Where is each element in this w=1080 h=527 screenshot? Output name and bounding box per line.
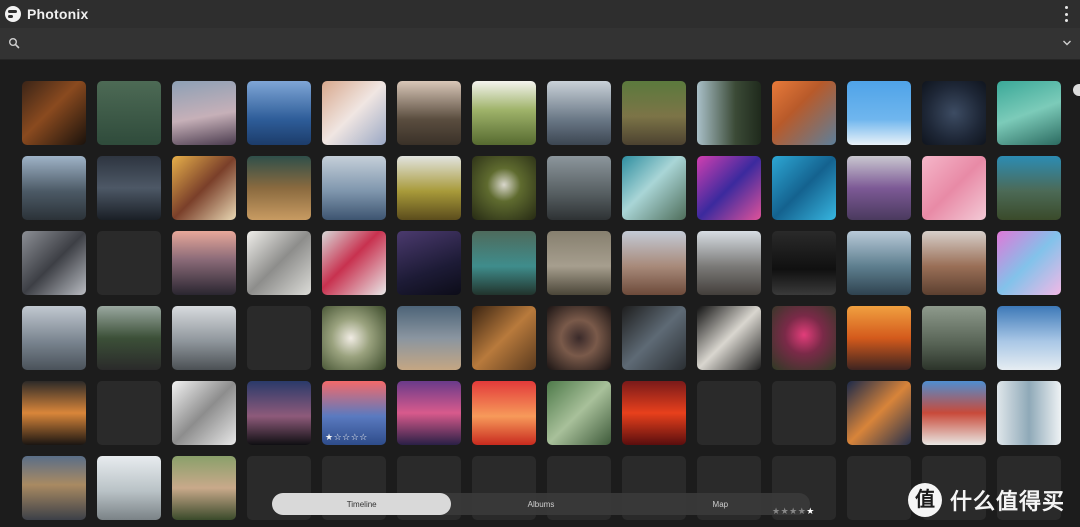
app-title: Photonix: [27, 6, 89, 22]
photo-thumbnail[interactable]: [472, 81, 536, 145]
chevron-down-icon[interactable]: [1062, 39, 1072, 47]
photo-placeholder: [772, 381, 836, 445]
photo-thumbnail[interactable]: [622, 156, 686, 220]
photo-thumbnail[interactable]: [847, 381, 911, 445]
photo-thumbnail[interactable]: [97, 306, 161, 370]
photo-thumbnail[interactable]: [472, 156, 536, 220]
more-vert-icon: [1064, 6, 1068, 9]
photo-thumbnail[interactable]: [22, 381, 86, 445]
photo-thumbnail[interactable]: [97, 156, 161, 220]
photo-thumbnail[interactable]: [997, 231, 1061, 295]
search-bar: [0, 28, 1080, 60]
view-tabs: Timeline Albums Map: [272, 493, 810, 515]
photo-thumbnail[interactable]: [772, 231, 836, 295]
photo-thumbnail[interactable]: [772, 306, 836, 370]
photo-placeholder: [97, 381, 161, 445]
star-rating[interactable]: ★☆☆☆☆: [325, 433, 368, 443]
photo-thumbnail[interactable]: [547, 306, 611, 370]
photo-thumbnail[interactable]: [247, 156, 311, 220]
photo-thumbnail[interactable]: [697, 231, 761, 295]
photo-thumbnail[interactable]: [697, 156, 761, 220]
photonix-logo-icon[interactable]: [5, 6, 21, 22]
photo-placeholder: [97, 231, 161, 295]
photo-thumbnail[interactable]: [772, 156, 836, 220]
photo-thumbnail[interactable]: [247, 231, 311, 295]
photo-thumbnail[interactable]: [997, 381, 1061, 445]
app-header: Photonix: [0, 0, 1080, 28]
photo-thumbnail[interactable]: ★☆☆☆☆: [322, 381, 386, 445]
tab-albums[interactable]: Albums: [451, 493, 630, 515]
photo-thumbnail[interactable]: [847, 156, 911, 220]
photo-thumbnail[interactable]: [397, 231, 461, 295]
photo-thumbnail[interactable]: [247, 381, 311, 445]
photo-thumbnail[interactable]: [622, 381, 686, 445]
photo-thumbnail[interactable]: [547, 381, 611, 445]
photo-thumbnail[interactable]: [397, 306, 461, 370]
photo-thumbnail[interactable]: [397, 81, 461, 145]
photo-thumbnail[interactable]: [547, 156, 611, 220]
photo-grid: ★☆☆☆☆: [22, 81, 1062, 527]
photo-thumbnail[interactable]: [397, 381, 461, 445]
photo-thumbnail[interactable]: [322, 231, 386, 295]
photo-thumbnail[interactable]: [697, 81, 761, 145]
photo-placeholder: [847, 456, 911, 520]
photo-thumbnail[interactable]: [772, 81, 836, 145]
photo-thumbnail[interactable]: [97, 456, 161, 520]
photo-thumbnail[interactable]: [322, 156, 386, 220]
photo-thumbnail[interactable]: [922, 81, 986, 145]
photo-thumbnail[interactable]: [322, 81, 386, 145]
photo-placeholder: [247, 306, 311, 370]
watermark: 什么值得买: [908, 483, 1065, 517]
rating-star-on: ★: [806, 507, 815, 517]
photo-thumbnail[interactable]: [847, 306, 911, 370]
photo-thumbnail[interactable]: [172, 231, 236, 295]
photo-thumbnail[interactable]: [622, 231, 686, 295]
photo-thumbnail[interactable]: [997, 81, 1061, 145]
photo-thumbnail[interactable]: [922, 306, 986, 370]
photo-thumbnail[interactable]: [547, 81, 611, 145]
search-input[interactable]: [28, 33, 1052, 55]
photo-thumbnail[interactable]: [847, 231, 911, 295]
more-menu-button[interactable]: [1062, 6, 1070, 22]
photo-thumbnail[interactable]: [472, 306, 536, 370]
watermark-logo-icon: [908, 483, 942, 517]
photo-thumbnail[interactable]: [172, 81, 236, 145]
photo-thumbnail[interactable]: [22, 156, 86, 220]
photo-thumbnail[interactable]: [847, 81, 911, 145]
photo-thumbnail[interactable]: [172, 156, 236, 220]
photo-thumbnail[interactable]: [22, 81, 86, 145]
tab-timeline[interactable]: Timeline: [272, 493, 452, 515]
search-icon: [9, 38, 20, 49]
photo-thumbnail[interactable]: [397, 156, 461, 220]
photo-thumbnail[interactable]: [697, 306, 761, 370]
photo-thumbnail[interactable]: [97, 81, 161, 145]
watermark-text: 什么值得买: [950, 489, 1066, 514]
scrollbar-thumb[interactable]: [1073, 84, 1080, 96]
photo-thumbnail[interactable]: [997, 156, 1061, 220]
photo-thumbnail[interactable]: [172, 306, 236, 370]
photo-thumbnail[interactable]: [22, 456, 86, 520]
photo-thumbnail[interactable]: [172, 456, 236, 520]
star-rating[interactable]: ★★★★★: [772, 507, 815, 517]
photo-thumbnail[interactable]: [922, 231, 986, 295]
photo-thumbnail[interactable]: [472, 381, 536, 445]
photo-thumbnail[interactable]: [622, 81, 686, 145]
photo-thumbnail[interactable]: [997, 306, 1061, 370]
photo-thumbnail[interactable]: [472, 231, 536, 295]
photo-thumbnail[interactable]: [922, 381, 986, 445]
photo-thumbnail[interactable]: [622, 306, 686, 370]
photo-thumbnail[interactable]: [22, 231, 86, 295]
rating-stars-off: ★★★★: [772, 507, 807, 517]
photo-thumbnail[interactable]: [22, 306, 86, 370]
photo-thumbnail[interactable]: [172, 381, 236, 445]
photo-thumbnail[interactable]: [922, 156, 986, 220]
photo-placeholder: [697, 381, 761, 445]
photo-thumbnail[interactable]: [247, 81, 311, 145]
photo-thumbnail[interactable]: [322, 306, 386, 370]
photo-thumbnail[interactable]: [547, 231, 611, 295]
